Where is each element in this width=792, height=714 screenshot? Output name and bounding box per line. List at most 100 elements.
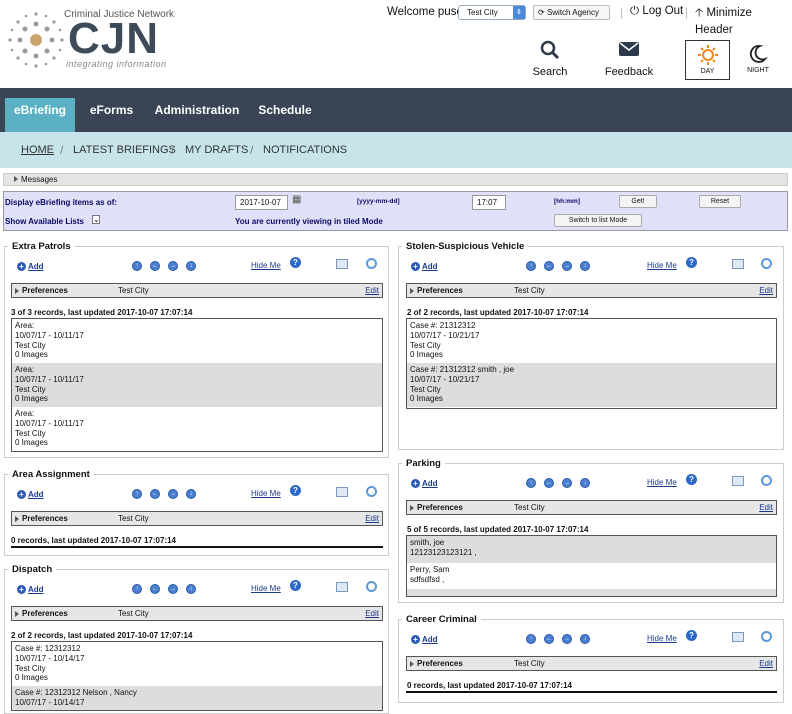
move-right-icon[interactable]: → (562, 478, 572, 488)
hide-me-link[interactable]: Hide Me (647, 634, 677, 643)
move-left-icon[interactable]: ← (150, 489, 160, 499)
move-right-icon[interactable]: → (168, 489, 178, 499)
tab-ebriefing[interactable]: eBriefing (5, 98, 75, 132)
move-right-icon[interactable]: → (168, 584, 178, 594)
print-icon[interactable] (336, 259, 348, 269)
subnav-latest-briefings[interactable]: LATEST BRIEFINGS (73, 144, 176, 156)
move-up-icon[interactable]: ↑ (526, 478, 536, 488)
switch-agency-button[interactable]: ⟳ Switch Agency (533, 5, 610, 20)
move-down-icon[interactable]: ↓ (186, 261, 196, 271)
preferences-bar[interactable]: Preferences Test City Edit (406, 283, 777, 298)
edit-link[interactable]: Edit (365, 284, 379, 297)
list-item[interactable]: Case #: 12312312 10/07/17 - 10/14/17 Tes… (12, 642, 382, 686)
subnav-my-drafts[interactable]: MY DRAFTS (185, 144, 248, 156)
edit-link[interactable]: Edit (759, 501, 773, 514)
list-item[interactable]: Perry, Sam sdfsdfsd , (407, 563, 776, 589)
hide-me-link[interactable]: Hide Me (647, 261, 677, 270)
switch-mode-button[interactable]: Switch to list Mode (554, 214, 642, 227)
add-button[interactable]: + Add (411, 635, 438, 644)
print-icon[interactable] (336, 487, 348, 497)
move-left-icon[interactable]: ← (150, 584, 160, 594)
edit-link[interactable]: Edit (365, 607, 379, 620)
tab-administration[interactable]: Administration (152, 88, 242, 132)
refresh-icon[interactable] (366, 581, 377, 592)
date-input[interactable]: 2017-10-07 (235, 195, 288, 210)
move-down-icon[interactable]: ↓ (580, 634, 590, 644)
night-mode-button[interactable]: NIGHT (738, 40, 778, 80)
tab-eforms[interactable]: eForms (84, 88, 139, 132)
move-right-icon[interactable]: → (562, 261, 572, 271)
help-icon[interactable]: ? (686, 630, 697, 641)
print-icon[interactable] (732, 632, 744, 642)
move-left-icon[interactable]: ← (544, 478, 554, 488)
edit-link[interactable]: Edit (759, 284, 773, 297)
refresh-icon[interactable] (761, 631, 772, 642)
subnav-home[interactable]: HOME (21, 144, 54, 156)
day-mode-button[interactable]: DAY (685, 40, 730, 80)
move-down-icon[interactable]: ↓ (580, 478, 590, 488)
feedback-button[interactable]: Feedback (604, 40, 654, 78)
move-left-icon[interactable]: ← (544, 261, 554, 271)
preferences-bar[interactable]: Preferences Test City Edit (11, 283, 383, 298)
list-item[interactable]: Case #: 21312312 smith , joe 10/07/17 - … (407, 363, 776, 407)
help-icon[interactable]: ? (686, 257, 697, 268)
add-button[interactable]: + Add (411, 262, 438, 271)
refresh-icon[interactable] (761, 475, 772, 486)
edit-link[interactable]: Edit (365, 512, 379, 525)
list-item[interactable]: Area: 10/07/17 - 10/11/17 Test City 0 Im… (12, 407, 382, 451)
hide-me-link[interactable]: Hide Me (251, 489, 281, 498)
print-icon[interactable] (732, 259, 744, 269)
hide-me-link[interactable]: Hide Me (647, 478, 677, 487)
messages-toggle[interactable]: Messages (3, 173, 788, 186)
preferences-bar[interactable]: Preferences Test City Edit (11, 606, 383, 621)
move-up-icon[interactable]: ↑ (132, 261, 142, 271)
refresh-icon[interactable] (366, 486, 377, 497)
list-item[interactable]: Case #: 21312312 10/07/17 - 10/21/17 Tes… (407, 319, 776, 363)
agency-select[interactable]: Test City ⇕ (458, 5, 526, 20)
print-icon[interactable] (732, 476, 744, 486)
move-right-icon[interactable]: → (168, 261, 178, 271)
help-icon[interactable]: ? (290, 485, 301, 496)
move-up-icon[interactable]: ↑ (132, 489, 142, 499)
subnav-notifications[interactable]: NOTIFICATIONS (263, 144, 347, 156)
move-left-icon[interactable]: ← (150, 261, 160, 271)
show-lists-toggle[interactable]: Show Available Lists (5, 217, 84, 226)
hide-me-link[interactable]: Hide Me (251, 584, 281, 593)
list-item[interactable]: smith, joe 12123123123121 , (407, 536, 776, 563)
move-down-icon[interactable]: ↓ (580, 261, 590, 271)
refresh-icon[interactable] (366, 258, 377, 269)
preferences-bar[interactable]: Preferences Test City Edit (406, 656, 777, 671)
add-button[interactable]: + Add (411, 479, 438, 488)
move-up-icon[interactable]: ↑ (526, 634, 536, 644)
move-up-icon[interactable]: ↑ (132, 584, 142, 594)
preferences-bar[interactable]: Preferences Test City Edit (11, 511, 383, 526)
add-button[interactable]: + Add (17, 490, 44, 499)
list-item[interactable]: Area: 10/07/17 - 10/11/17 Test City 0 Im… (12, 319, 382, 363)
minimize-header-button[interactable]: 🡡 Minimize Header (695, 5, 792, 36)
search-button[interactable]: Search (530, 40, 570, 78)
list-item[interactable]: Area: 10/07/17 - 10/11/17 Test City 0 Im… (12, 363, 382, 407)
move-right-icon[interactable]: → (562, 634, 572, 644)
calendar-icon[interactable]: ▦ (292, 194, 301, 205)
move-down-icon[interactable]: ↓ (186, 584, 196, 594)
move-left-icon[interactable]: ← (544, 634, 554, 644)
expand-lists-icon[interactable]: ⌄ (92, 215, 100, 224)
time-input[interactable]: 17:07 (472, 195, 506, 210)
list-item[interactable]: Case #: 12312312 Nelson , Nancy 10/07/17… (12, 686, 382, 710)
print-icon[interactable] (336, 582, 348, 592)
move-down-icon[interactable]: ↓ (186, 489, 196, 499)
refresh-icon[interactable] (761, 258, 772, 269)
list-item[interactable] (407, 589, 776, 596)
move-up-icon[interactable]: ↑ (526, 261, 536, 271)
add-button[interactable]: + Add (17, 262, 44, 271)
preferences-bar[interactable]: Preferences Test City Edit (406, 500, 777, 515)
logout-button[interactable]: ⏻ Log Out (630, 5, 683, 18)
help-icon[interactable]: ? (290, 580, 301, 591)
add-button[interactable]: + Add (17, 585, 44, 594)
edit-link[interactable]: Edit (759, 657, 773, 670)
help-icon[interactable]: ? (290, 257, 301, 268)
hide-me-link[interactable]: Hide Me (251, 261, 281, 270)
reset-button[interactable]: Reset (699, 195, 741, 208)
get-button[interactable]: Get! (619, 195, 657, 208)
help-icon[interactable]: ? (686, 474, 697, 485)
